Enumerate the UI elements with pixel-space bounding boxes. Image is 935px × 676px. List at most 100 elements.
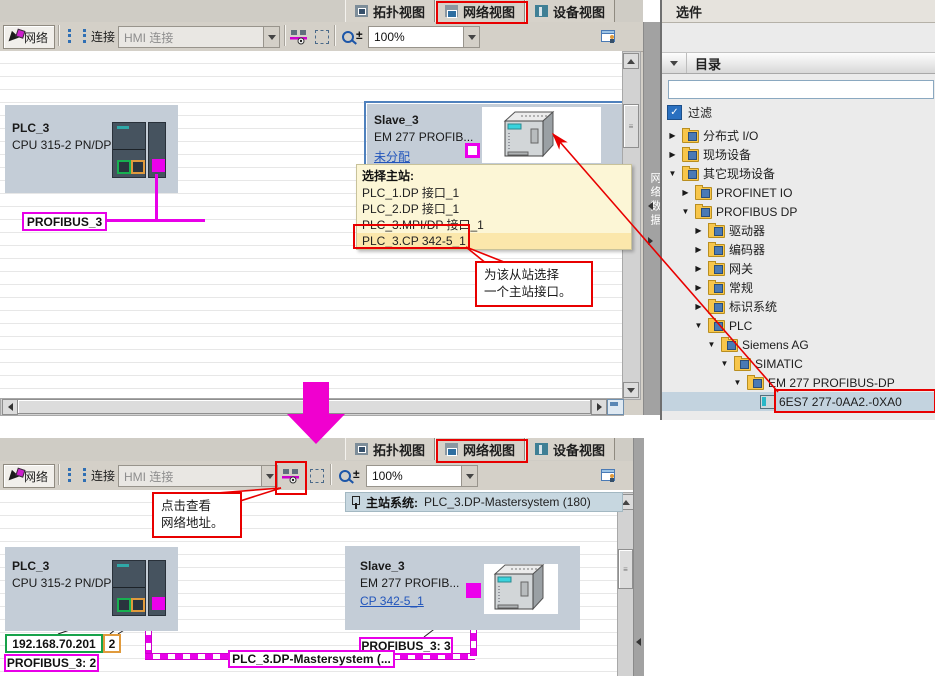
window-settings-button[interactable] [598, 26, 619, 47]
tree-chevron-icon[interactable]: ▼ [719, 359, 730, 368]
ethernet-port[interactable] [117, 598, 131, 612]
plc3-device-graphic[interactable] [112, 122, 166, 178]
catalog-tree-item[interactable]: ▼ 其它现场设备 [662, 164, 935, 183]
splitter-left-icon[interactable] [636, 638, 641, 646]
tree-chevron-icon[interactable]: ▶ [693, 264, 704, 273]
tree-chevron-icon[interactable]: ▶ [667, 150, 678, 159]
scrollbar-thumb[interactable]: ≡ [623, 104, 639, 148]
show-addresses-button[interactable] [280, 465, 301, 486]
overview-navigator-icon[interactable] [607, 399, 624, 415]
catalog-tree-item[interactable]: ▼ PROFIBUS DP [662, 202, 935, 221]
network-canvas-top[interactable]: PLC_3 CPU 315-2 PN/DP PROFIBUS_3 Slave_3 [0, 51, 641, 398]
slave3-assign-link[interactable]: 未分配 [374, 148, 410, 165]
tree-chevron-icon[interactable]: ▼ [667, 169, 678, 178]
mpidp-port[interactable] [131, 160, 145, 174]
zoom-button[interactable] [334, 465, 355, 486]
splitter-left-icon[interactable] [648, 202, 653, 210]
tree-chevron-icon[interactable]: ▶ [680, 188, 691, 197]
ethernet-port[interactable] [117, 160, 131, 174]
profibus-port[interactable] [152, 597, 165, 610]
tab-topology-view[interactable]: 拓扑视图 [345, 438, 436, 460]
profibus-port[interactable] [152, 159, 165, 172]
catalog-tree-item[interactable]: ▼ SIMATIC [662, 354, 935, 373]
zoom-level-select[interactable]: 100% [366, 465, 478, 487]
profibus-address-label-plc[interactable]: PROFIBUS_3: 2 [4, 654, 99, 672]
slave3-dp-port[interactable] [466, 583, 481, 598]
tree-chevron-icon[interactable]: ▶ [693, 302, 704, 311]
scroll-down-button[interactable] [623, 382, 639, 398]
tree-chevron-icon[interactable]: ▶ [693, 245, 704, 254]
catalog-tree-item[interactable]: ▼ EM 277 PROFIBUS-DP [662, 373, 935, 392]
tab-topology-view[interactable]: 拓扑视图 [345, 0, 436, 22]
catalog-tree-item[interactable]: ▼ Siemens AG [662, 335, 935, 354]
catalog-tree-item[interactable]: 6ES7 277-0AA2.-0XA0 [662, 392, 935, 411]
catalog-tree-item[interactable]: ▶ 网关 [662, 259, 935, 278]
tab-device-view[interactable]: 设备视图 [525, 0, 616, 22]
network-mode-button[interactable]: 网络 [3, 464, 56, 488]
tree-chevron-icon[interactable]: ▼ [732, 378, 743, 387]
catalog-tree-item[interactable]: ▼ PLC [662, 316, 935, 335]
catalog-tree-item[interactable]: ▶ 分布式 I/O [662, 126, 935, 145]
tree-chevron-icon[interactable]: ▶ [693, 226, 704, 235]
em277-device-icon[interactable] [497, 109, 559, 161]
master-option[interactable]: PLC_3.MPI/DP 接口_1 [357, 217, 631, 233]
connection-type-select[interactable]: HMI 连接 [118, 26, 280, 48]
network-mode-button[interactable]: 网络 [3, 25, 56, 49]
ip-address-label[interactable]: 192.168.70.201 [5, 634, 103, 653]
dropdown-arrow-icon[interactable] [461, 466, 477, 486]
dropdown-arrow-icon[interactable] [261, 466, 277, 486]
plc3-station[interactable]: PLC_3 CPU 315-2 PN/DP [5, 105, 178, 193]
connection-type-select[interactable]: HMI 连接 [118, 465, 278, 487]
profibus-subnet-label[interactable]: PROFIBUS_3 [22, 212, 107, 231]
collapse-chevron-icon[interactable] [670, 60, 678, 66]
catalog-tree-item[interactable]: ▶ 标识系统 [662, 297, 935, 316]
window-settings-button[interactable] [598, 465, 619, 486]
plc3-device-graphic[interactable] [112, 560, 166, 616]
tab-device-view[interactable]: 设备视图 [525, 438, 616, 460]
mastersystem-name-label[interactable]: PLC_3.DP-Mastersystem (... [228, 650, 395, 668]
tree-chevron-icon[interactable]: ▼ [680, 207, 691, 216]
catalog-palette-header[interactable]: 目录 [662, 52, 935, 74]
tab-network-view[interactable]: 网络视图 [435, 0, 526, 22]
zoom-level-select[interactable]: 100% [368, 26, 480, 48]
tab-network-view[interactable]: 网络视图 [435, 438, 526, 460]
em277-device-icon[interactable] [487, 562, 549, 614]
dropdown-arrow-icon[interactable] [463, 27, 479, 47]
scroll-up-button[interactable] [623, 53, 639, 69]
network-data-strip[interactable]: 网络数据 [643, 22, 661, 415]
scroll-left-button[interactable] [2, 399, 18, 415]
connections-button[interactable]: 连接 [62, 464, 121, 486]
scroll-right-button[interactable] [591, 399, 607, 415]
filter-checkbox[interactable]: ✓ [667, 105, 682, 120]
catalog-tree-item[interactable]: ▶ 编码器 [662, 240, 935, 259]
master-system-bar[interactable]: 主站系统: PLC_3.DP-Mastersystem (180) [345, 492, 623, 512]
slave3-dp-port[interactable] [465, 143, 480, 158]
catalog-tree-item[interactable]: ▶ 现场设备 [662, 145, 935, 164]
dropdown-arrow-icon[interactable] [263, 27, 279, 47]
tree-chevron-icon[interactable]: ▶ [693, 283, 704, 292]
tree-chevron-icon[interactable]: ▶ [667, 131, 678, 140]
catalog-search-input[interactable] [668, 80, 934, 99]
splitter-right-icon[interactable] [648, 237, 653, 245]
zoom-button[interactable] [337, 26, 358, 47]
zoom-fit-icon[interactable]: ± [353, 467, 360, 481]
zoom-fit-icon[interactable]: ± [356, 28, 363, 42]
tree-chevron-icon[interactable]: ▼ [706, 340, 717, 349]
master-option[interactable]: PLC_1.DP 接口_1 [357, 185, 631, 201]
catalog-tree-item[interactable]: ▶ 驱动器 [662, 221, 935, 240]
page-grid-button[interactable] [311, 26, 332, 47]
connections-button[interactable]: 连接 [62, 25, 121, 47]
slave3-interface-link[interactable]: CP 342-5_1 [360, 594, 424, 608]
master-option[interactable]: PLC_2.DP 接口_1 [357, 201, 631, 217]
master-option[interactable]: PLC_3.CP 342-5_1 [357, 233, 631, 249]
scrollbar-thumb[interactable]: ≡ [618, 549, 633, 589]
slave3-station[interactable]: Slave_3 EM 277 PROFIB... CP 342-5_1 [345, 546, 580, 630]
page-grid-button[interactable] [306, 465, 327, 486]
tree-chevron-icon[interactable]: ▼ [693, 321, 704, 330]
show-addresses-button[interactable] [288, 26, 309, 47]
catalog-tree-item[interactable]: ▶ PROFINET IO [662, 183, 935, 202]
plc3-station[interactable]: PLC_3 CPU 315-2 PN/DP [5, 547, 178, 631]
dp-address-label[interactable]: 2 [103, 634, 121, 653]
mpidp-port[interactable] [131, 598, 145, 612]
catalog-tree-item[interactable]: ▶ 常规 [662, 278, 935, 297]
